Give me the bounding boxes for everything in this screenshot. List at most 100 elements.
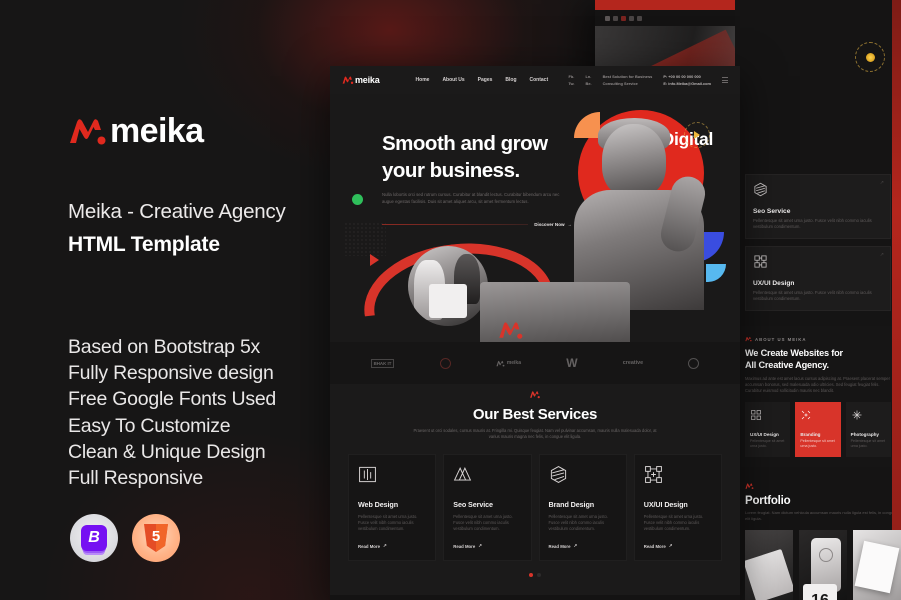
menu-item-home[interactable]: Home bbox=[416, 77, 430, 83]
tagline-line1: Best Solution for Business bbox=[602, 74, 653, 79]
services-paragraph: Praesent ut orci sodales, cursus mauris … bbox=[413, 428, 657, 440]
arrow-up-right-icon: ↗ bbox=[382, 543, 387, 549]
html5-badge-icon: 5 bbox=[132, 514, 180, 562]
about-tile-desc: Pellentesque sit amet urna justo. bbox=[850, 439, 886, 448]
brand-name: meika bbox=[110, 112, 204, 150]
tech-badges: B 5 bbox=[70, 514, 180, 562]
carousel-dots[interactable] bbox=[348, 573, 722, 578]
menu-item-contact[interactable]: Contact bbox=[530, 77, 549, 83]
play-triangle-icon bbox=[694, 131, 700, 139]
service-card-brand-design[interactable]: Brand Design Pellentesque sit amet urna … bbox=[538, 453, 627, 562]
social-icons[interactable] bbox=[605, 15, 642, 21]
twitter-icon[interactable] bbox=[629, 15, 634, 21]
linkedin-icon[interactable] bbox=[637, 15, 642, 21]
client-logo bbox=[688, 357, 700, 369]
sparkle-icon bbox=[802, 410, 811, 420]
social-abbrev-col-2[interactable]: Ln. Be. bbox=[586, 74, 592, 86]
about-paragraph: Maximus ad ante est amet lacus cursus ad… bbox=[745, 376, 890, 393]
carousel-dot-active[interactable] bbox=[529, 573, 533, 578]
right-service-cards: ↗ Seo Service Pellentesque sit amet urna… bbox=[735, 166, 901, 326]
service-card-web-design[interactable]: Web Design Pellentesque sit amet urna ju… bbox=[348, 453, 437, 562]
instagram-icon[interactable] bbox=[613, 15, 618, 21]
portfolio-item[interactable]: 16 bbox=[799, 530, 847, 600]
arrow-up-right-icon: ↗ bbox=[478, 543, 482, 549]
about-tile-desc: Pellentesque sit amet urna justo. bbox=[750, 439, 785, 448]
read-more-link[interactable]: Read More ↗ bbox=[549, 543, 617, 549]
html5-shield-icon: 5 bbox=[144, 524, 168, 552]
service-card-desc: Pellentesque sit amet urna justo. Fusce … bbox=[753, 218, 872, 229]
portfolio-item[interactable] bbox=[853, 530, 901, 600]
list-item: Fully Responsive design bbox=[68, 362, 274, 385]
about-tile[interactable]: Photography Pellentesque sit amet urna j… bbox=[845, 402, 891, 457]
social-ln[interactable]: Ln. bbox=[586, 74, 592, 79]
read-more-link[interactable]: Read More ↗ bbox=[358, 543, 426, 549]
promo-subtitle: Meika - Creative Agency bbox=[68, 200, 286, 223]
service-card[interactable]: ↗ UX/UI Design Pellentesque sit amet urn… bbox=[745, 246, 891, 311]
menu-item-about[interactable]: About Us bbox=[442, 77, 464, 83]
main-navbar: meika Home About Us Pages Blog Contact F… bbox=[330, 66, 740, 94]
hexagon-stack-icon bbox=[550, 465, 566, 483]
social-tw[interactable]: Tw. bbox=[568, 81, 574, 86]
client-logo: BHAK IT bbox=[370, 358, 395, 368]
youtube-icon[interactable] bbox=[621, 15, 626, 21]
play-badge-icon[interactable] bbox=[855, 42, 885, 72]
green-dot-decoration bbox=[352, 194, 363, 205]
service-card-seo-service[interactable]: Seo Service Pellentesque sit amet urna j… bbox=[443, 453, 532, 562]
facebook-icon[interactable] bbox=[605, 15, 610, 21]
service-card[interactable]: ↗ Seo Service Pellentesque sit amet urna… bbox=[745, 174, 891, 239]
about-section: ABOUT US MEIKA We Create Websites for Al… bbox=[735, 326, 901, 467]
about-tile[interactable]: UX/UI Design Pellentesque sit amet urna … bbox=[745, 402, 791, 457]
menu-toggle-icon[interactable] bbox=[722, 77, 728, 83]
promo-subtitle-bold: HTML Template bbox=[68, 233, 220, 256]
social-abbrev-col-1[interactable]: Fb. Tw. bbox=[568, 74, 574, 86]
client-logo: meika bbox=[496, 360, 521, 367]
service-card-title: Seo Service bbox=[453, 499, 493, 509]
discover-now-button[interactable]: Discover Now bbox=[534, 222, 564, 227]
footer-right: ABOUT US MEIKA bbox=[530, 595, 740, 600]
client-logo: creative bbox=[623, 360, 643, 366]
hero-cta[interactable]: Discover Now → bbox=[382, 222, 572, 227]
meika-mark-icon bbox=[745, 483, 754, 490]
service-card-ux-ui-design[interactable]: UX/UI Design Pellentesque sit amet urna … bbox=[633, 453, 722, 562]
carousel-dot[interactable] bbox=[537, 573, 541, 578]
main-brand-logo[interactable]: meika bbox=[342, 75, 380, 85]
portfolio-grid: 16 bbox=[745, 530, 901, 600]
social-be[interactable]: Be. bbox=[586, 81, 592, 86]
client-logo: W bbox=[566, 356, 577, 370]
portfolio-title: Portfolio bbox=[745, 495, 791, 507]
read-more-link[interactable]: Read More ↗ bbox=[644, 543, 712, 549]
triangles-icon bbox=[454, 466, 472, 481]
portfolio-item[interactable] bbox=[745, 530, 793, 600]
orb-logo-icon bbox=[688, 357, 700, 369]
paper-shape bbox=[854, 540, 900, 594]
main-browser-mockup: meika Home About Us Pages Blog Contact F… bbox=[330, 66, 740, 600]
meika-logo-icon bbox=[68, 116, 108, 146]
promo-banner: meika Meika - Creative Agency HTML Templ… bbox=[0, 0, 901, 600]
read-more-label: Read More bbox=[643, 543, 666, 549]
list-item: Easy To Customize bbox=[68, 414, 231, 437]
hero-laptop bbox=[480, 282, 630, 342]
menu-item-blog[interactable]: Blog bbox=[505, 77, 516, 83]
about-tiles: UX/UI Design Pellentesque sit amet urna … bbox=[745, 402, 891, 457]
meika-mark-icon bbox=[745, 336, 752, 342]
about-tile-active[interactable]: Branding Pellentesque sit amet urna just… bbox=[795, 402, 841, 457]
client-logo bbox=[439, 357, 451, 369]
services-section: Our Best Services Praesent ut orci sodal… bbox=[330, 384, 740, 596]
main-menu[interactable]: Home About Us Pages Blog Contact bbox=[416, 77, 549, 83]
menu-item-pages[interactable]: Pages bbox=[478, 77, 493, 83]
bootstrap-glyph: B bbox=[81, 525, 107, 551]
nav-tagline: Best Solution for Business Consulting Se… bbox=[603, 74, 653, 86]
wireframe-icon bbox=[751, 410, 761, 420]
social-fb[interactable]: Fb. bbox=[568, 74, 574, 79]
read-more-link[interactable]: Read More ↗ bbox=[453, 543, 521, 549]
contact-phone: P: +00 00 00 000 000 bbox=[663, 74, 701, 79]
about-tile-desc: Pellentesque sit amet urna justo. bbox=[800, 439, 835, 448]
play-badge-icon[interactable] bbox=[684, 122, 710, 148]
read-more-label: Read More bbox=[453, 543, 476, 549]
main-brand-name: meika bbox=[355, 75, 380, 85]
about-tile-title: Branding bbox=[800, 432, 821, 437]
dot-grid-decoration bbox=[344, 222, 386, 256]
html5-glyph: 5 bbox=[151, 528, 161, 545]
service-card-title: Brand Design bbox=[548, 499, 595, 509]
portfolio-paragraph: Lorem feugiat. Nam dictum vehicula accum… bbox=[745, 510, 896, 521]
